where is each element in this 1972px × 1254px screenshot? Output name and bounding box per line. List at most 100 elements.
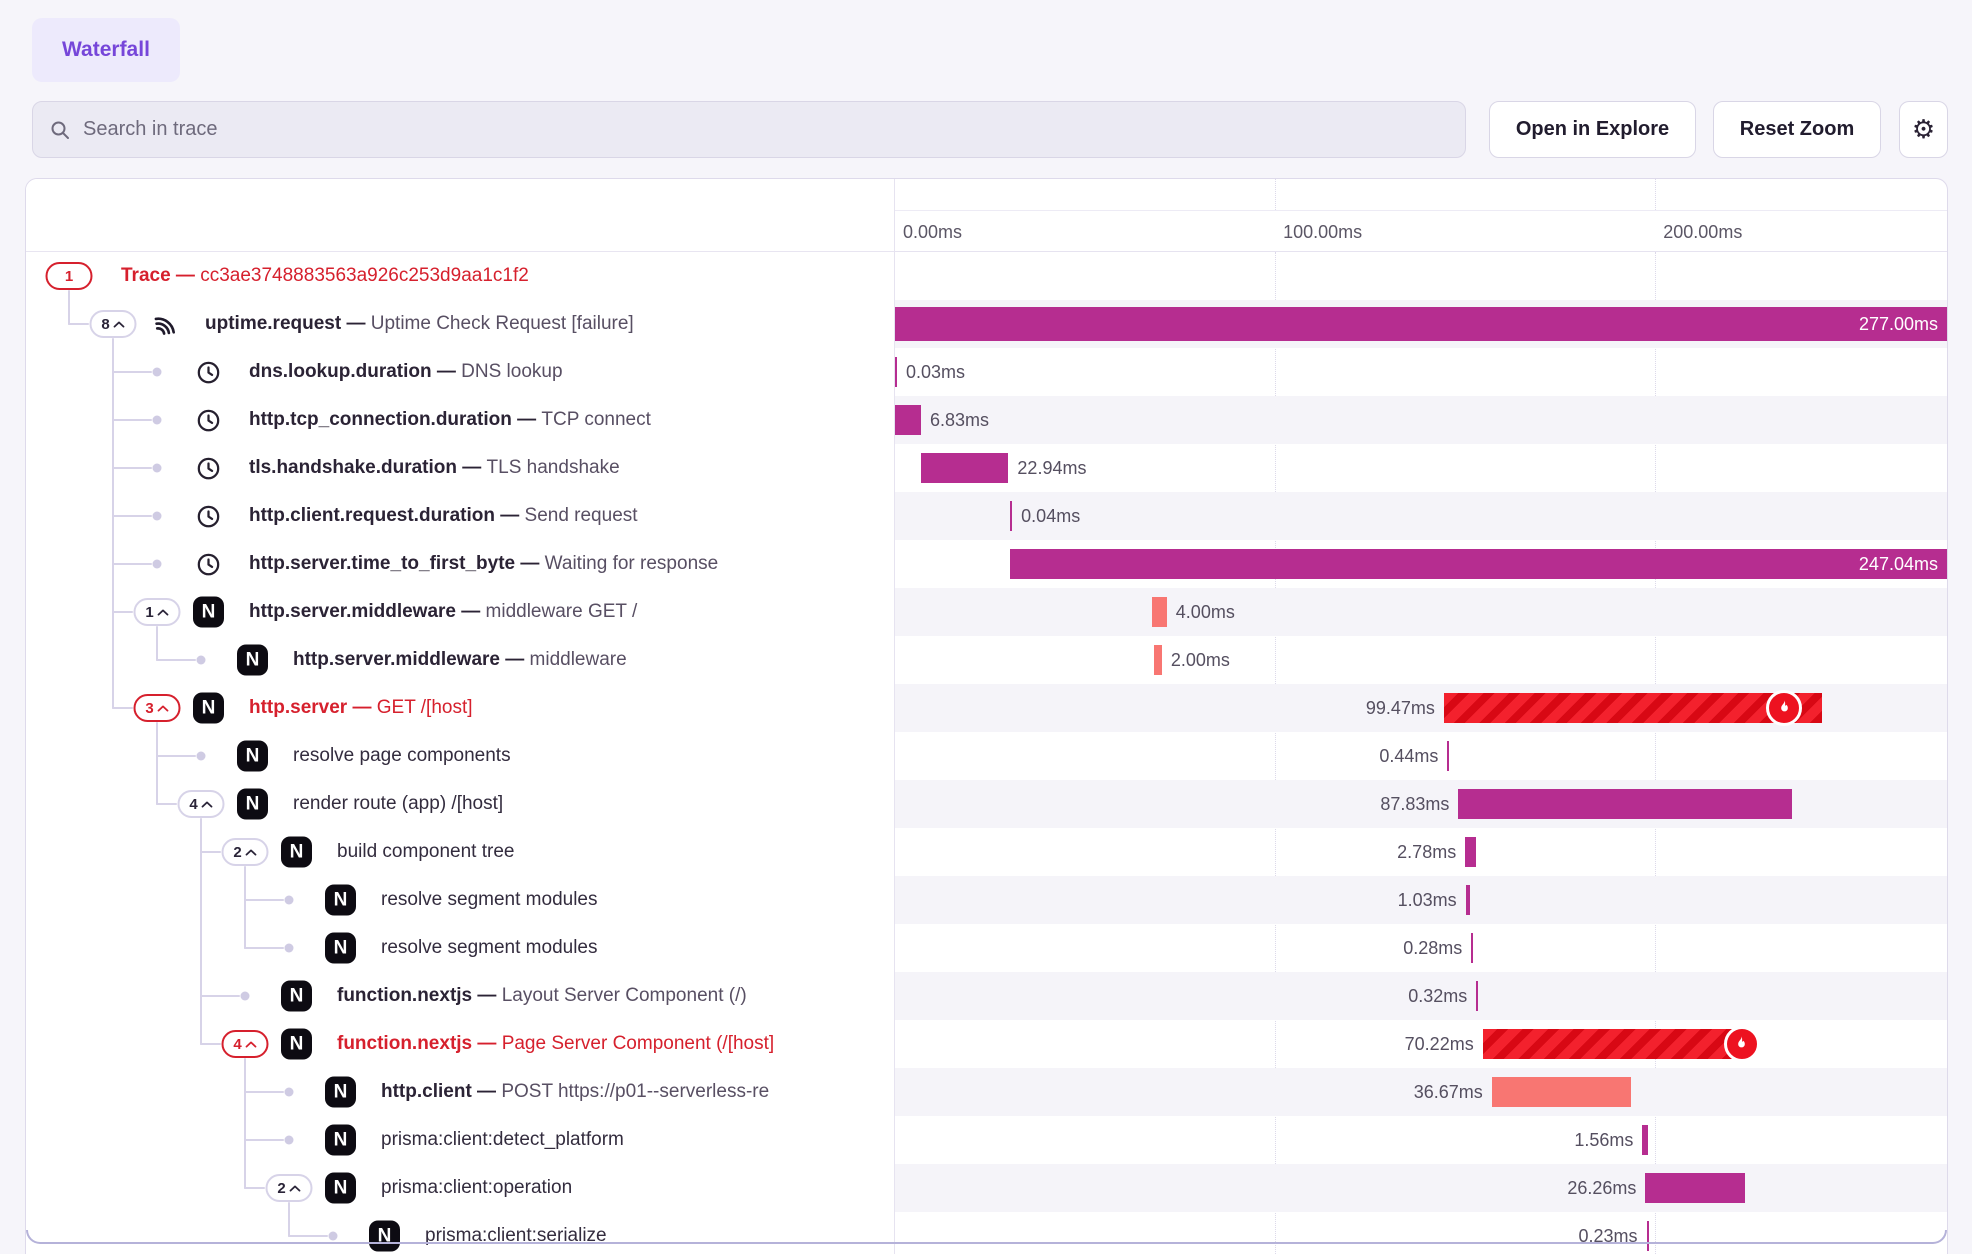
tree-row-12[interactable]: 2Nbuild component tree <box>26 828 894 876</box>
timeline-minimap[interactable] <box>895 179 1948 211</box>
timeline-row-17[interactable]: 36.67ms <box>895 1068 1948 1116</box>
timeline-row-20[interactable]: 0.23ms <box>895 1212 1948 1254</box>
duration-bar[interactable] <box>895 357 897 387</box>
tree-row-6[interactable]: http.server.time_to_first_byte — Waiting… <box>26 540 894 588</box>
tree-row-8[interactable]: Nhttp.server.middleware — middleware <box>26 636 894 684</box>
child-count: 8 <box>101 316 109 333</box>
span-label: resolve segment modules <box>381 924 598 972</box>
tree-row-19[interactable]: 2Nprisma:client:operation <box>26 1164 894 1212</box>
tab-waterfall-label: Waterfall <box>62 38 150 62</box>
duration-bar[interactable] <box>1465 837 1476 867</box>
span-label: http.server — GET /[host] <box>249 684 473 732</box>
timeline-row-0[interactable] <box>895 252 1948 300</box>
expand-collapse-badge[interactable]: 4 <box>178 790 225 818</box>
duration-bar[interactable] <box>1483 1029 1750 1059</box>
expand-collapse-badge[interactable]: 1 <box>134 598 181 626</box>
span-label: build component tree <box>337 828 514 876</box>
nextjs-icon: N <box>193 597 224 628</box>
tree-row-20[interactable]: Nprisma:client:serialize <box>26 1212 894 1254</box>
duration-bar[interactable] <box>1642 1125 1648 1155</box>
chevron-up-icon <box>158 705 169 712</box>
span-label: uptime.request — Uptime Check Request [f… <box>205 300 634 348</box>
tree-row-11[interactable]: 4Nrender route (app) /[host] <box>26 780 894 828</box>
timeline-row-7[interactable]: 4.00ms <box>895 588 1948 636</box>
settings-button[interactable]: ⚙ <box>1899 101 1948 158</box>
nextjs-icon: N <box>237 645 268 676</box>
tree-row-14[interactable]: Nresolve segment modules <box>26 924 894 972</box>
timeline-row-9[interactable]: 99.47ms <box>895 684 1948 732</box>
duration-bar[interactable] <box>1492 1077 1631 1107</box>
duration-bar[interactable] <box>921 453 1008 483</box>
timeline-row-12[interactable]: 2.78ms <box>895 828 1948 876</box>
duration-bar[interactable] <box>1152 597 1167 627</box>
timeline-row-19[interactable]: 26.26ms <box>895 1164 1948 1212</box>
duration-bar[interactable] <box>1154 645 1162 675</box>
duration-bar[interactable] <box>1471 933 1473 963</box>
duration-bar[interactable] <box>1458 789 1792 819</box>
tree-row-15[interactable]: Nfunction.nextjs — Layout Server Compone… <box>26 972 894 1020</box>
tree-row-10[interactable]: Nresolve page components <box>26 732 894 780</box>
reset-zoom-button[interactable]: Reset Zoom <box>1713 101 1881 158</box>
span-label: tls.handshake.duration — TLS handshake <box>249 444 620 492</box>
timeline-row-1[interactable]: 277.00ms <box>895 300 1948 348</box>
duration-bar[interactable] <box>1466 885 1470 915</box>
tree-row-4[interactable]: tls.handshake.duration — TLS handshake <box>26 444 894 492</box>
tree-row-0[interactable]: 1Trace — cc3ae3748883563a926c253d9aa1c1f… <box>26 252 894 300</box>
tree-row-2[interactable]: dns.lookup.duration — DNS lookup <box>26 348 894 396</box>
tree-row-7[interactable]: 1Nhttp.server.middleware — middleware GE… <box>26 588 894 636</box>
expand-collapse-badge[interactable]: 8 <box>90 310 137 338</box>
expand-collapse-badge[interactable]: 2 <box>222 838 269 866</box>
timeline-row-14[interactable]: 0.28ms <box>895 924 1948 972</box>
expand-collapse-badge[interactable]: 2 <box>266 1174 313 1202</box>
expand-collapse-badge[interactable]: 1 <box>46 262 93 290</box>
trace-waterfall-panel: 1Trace — cc3ae3748883563a926c253d9aa1c1f… <box>25 178 1948 1254</box>
timeline-row-8[interactable]: 2.00ms <box>895 636 1948 684</box>
duration-bar[interactable] <box>1010 501 1012 531</box>
search-placeholder: Search in trace <box>83 118 218 141</box>
gear-icon: ⚙ <box>1912 114 1935 145</box>
profile-fire-icon[interactable] <box>1766 690 1802 726</box>
chevron-up-icon <box>246 1041 257 1048</box>
duration-label: 2.78ms <box>1397 828 1456 876</box>
tree-row-16[interactable]: 4Nfunction.nextjs — Page Server Componen… <box>26 1020 894 1068</box>
timeline-row-4[interactable]: 22.94ms <box>895 444 1948 492</box>
duration-label: 277.00ms <box>1859 307 1938 341</box>
minimap-gridline-200ms <box>1655 179 1656 210</box>
open-in-explore-button[interactable]: Open in Explore <box>1489 101 1696 158</box>
chevron-up-icon <box>114 321 125 328</box>
timeline-row-6[interactable]: 247.04ms <box>895 540 1948 588</box>
search-input[interactable]: Search in trace <box>32 101 1466 158</box>
duration-bar[interactable] <box>1476 981 1478 1011</box>
timeline-row-16[interactable]: 70.22ms <box>895 1020 1948 1068</box>
timeline-row-15[interactable]: 0.32ms <box>895 972 1948 1020</box>
profile-fire-icon[interactable] <box>1724 1026 1760 1062</box>
timeline-row-5[interactable]: 0.04ms <box>895 492 1948 540</box>
timeline-row-13[interactable]: 1.03ms <box>895 876 1948 924</box>
timeline-row-10[interactable]: 0.44ms <box>895 732 1948 780</box>
timeline-row-18[interactable]: 1.56ms <box>895 1116 1948 1164</box>
duration-bar[interactable] <box>1647 1221 1649 1251</box>
timeline-row-2[interactable]: 0.03ms <box>895 348 1948 396</box>
tree-row-13[interactable]: Nresolve segment modules <box>26 876 894 924</box>
tree-row-9[interactable]: 3Nhttp.server — GET /[host] <box>26 684 894 732</box>
duration-bar[interactable] <box>1447 741 1449 771</box>
timeline-row-3[interactable]: 6.83ms <box>895 396 1948 444</box>
tree-row-3[interactable]: http.tcp_connection.duration — TCP conne… <box>26 396 894 444</box>
tree-row-17[interactable]: Nhttp.client — POST https://p01--serverl… <box>26 1068 894 1116</box>
duration-bar[interactable]: 277.00ms <box>895 307 1948 341</box>
duration-label: 2.00ms <box>1171 636 1230 684</box>
duration-bar[interactable]: 247.04ms <box>1010 549 1948 579</box>
tree-row-1[interactable]: 8 uptime.request — Uptime Check Request [… <box>26 300 894 348</box>
duration-label: 0.44ms <box>1379 732 1438 780</box>
tab-waterfall[interactable]: Waterfall <box>32 18 180 82</box>
span-label: http.client.request.duration — Send requ… <box>249 492 638 540</box>
duration-bar[interactable] <box>1645 1173 1745 1203</box>
nextjs-icon: N <box>369 1221 400 1252</box>
expand-collapse-badge[interactable]: 3 <box>134 694 181 722</box>
duration-bar[interactable] <box>895 405 921 435</box>
tree-row-5[interactable]: http.client.request.duration — Send requ… <box>26 492 894 540</box>
timeline-row-11[interactable]: 87.83ms <box>895 780 1948 828</box>
tree-row-18[interactable]: Nprisma:client:detect_platform <box>26 1116 894 1164</box>
expand-collapse-badge[interactable]: 4 <box>222 1030 269 1058</box>
child-count: 4 <box>233 1036 241 1053</box>
